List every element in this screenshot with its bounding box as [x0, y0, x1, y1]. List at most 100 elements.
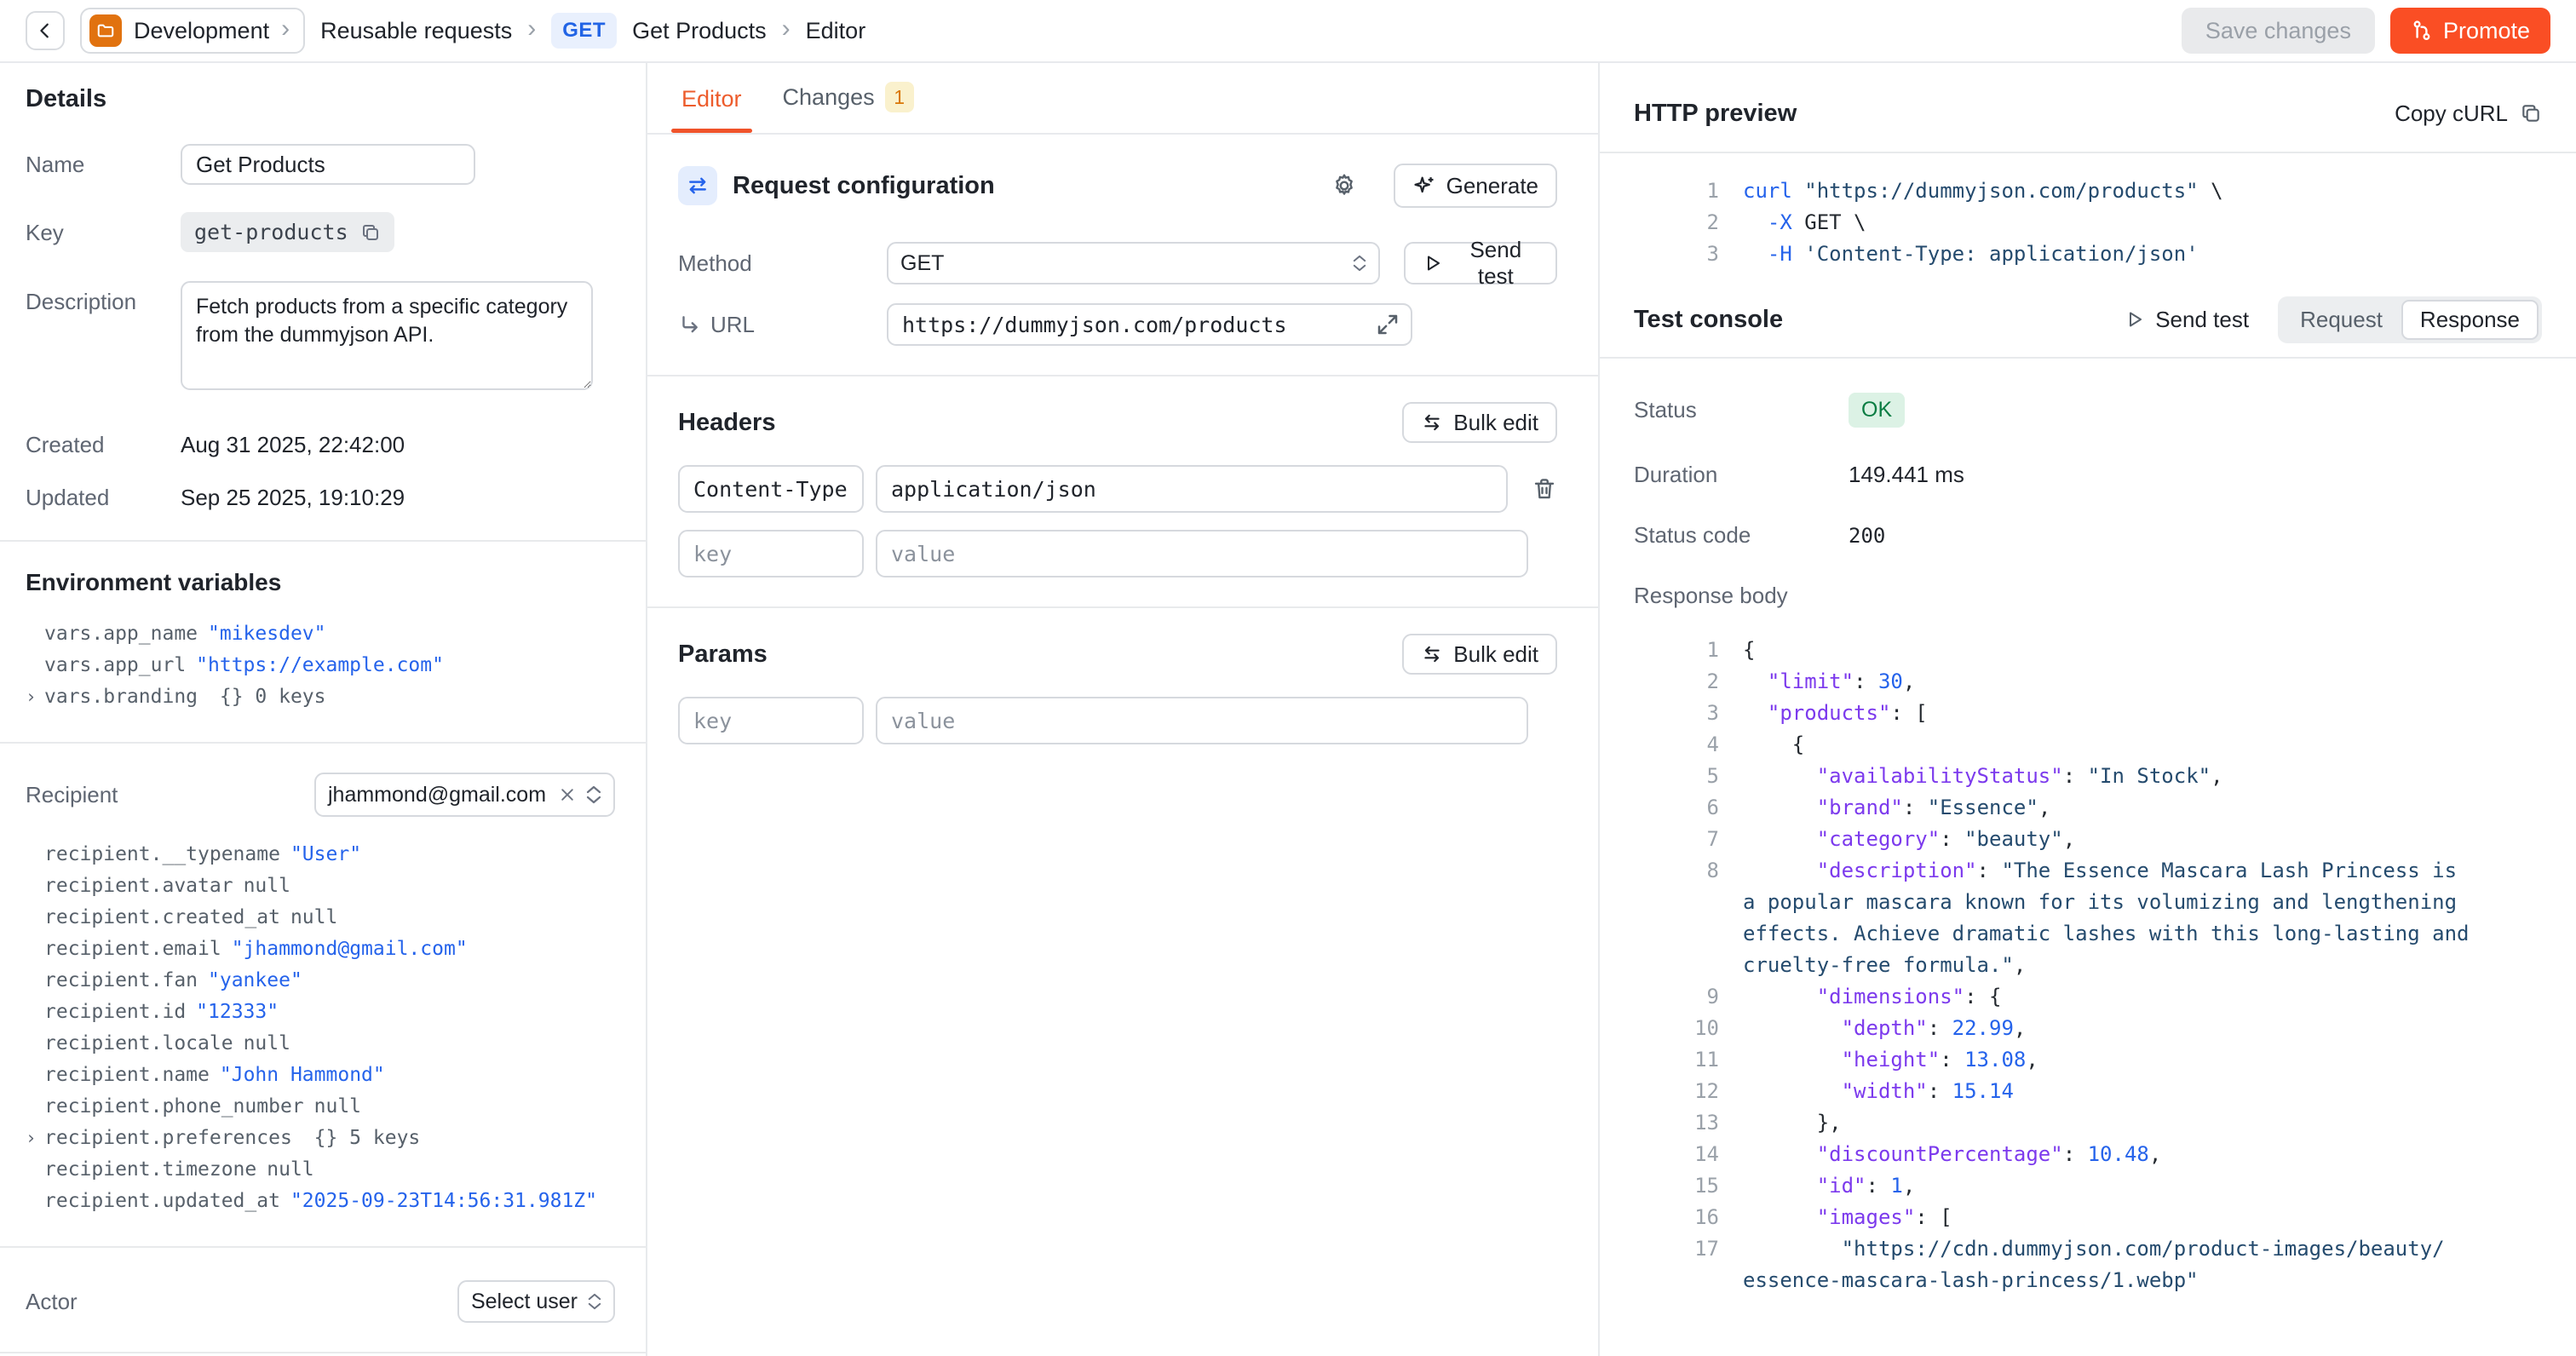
request-config-title: Request configuration: [733, 172, 1315, 200]
env-var-row[interactable]: ›vars.branding {} 0 keys: [26, 681, 615, 713]
recipient-select[interactable]: jhammond@gmail.com: [314, 773, 615, 817]
breadcrumb-reusable-requests[interactable]: Reusable requests: [320, 18, 512, 44]
recipient-field-row[interactable]: recipient.name"John Hammond": [26, 1060, 615, 1091]
copy-curl-button[interactable]: Copy cURL: [2395, 101, 2542, 127]
method-badge: GET: [551, 13, 617, 49]
param-value-input[interactable]: [876, 697, 1528, 744]
params-title: Params: [678, 641, 1402, 669]
headers-title: Headers: [678, 409, 1402, 437]
line-number: 12: [1634, 1076, 1719, 1107]
recipient-field-row[interactable]: recipient.__typename"User": [26, 839, 615, 870]
expand-chevron-icon[interactable]: ›: [26, 681, 44, 713]
tab-editor[interactable]: Editor: [681, 86, 742, 133]
test-console-title: Test console: [1634, 306, 2125, 334]
send-test-button[interactable]: Send test: [1404, 242, 1557, 284]
name-input[interactable]: [181, 144, 475, 185]
recipient-field-row[interactable]: recipient.email "jhammond@gmail.com": [26, 934, 615, 965]
url-label-text: URL: [710, 312, 755, 338]
header-key-input-empty[interactable]: [678, 530, 864, 577]
recipient-field-value: {} 5 keys: [302, 1123, 420, 1154]
code-text: "brand": "Essence",: [1743, 792, 2050, 824]
env-var-key: vars.app_url: [44, 650, 186, 681]
params-bulk-edit-button[interactable]: Bulk edit: [1402, 634, 1557, 675]
code-line: 2 "limit": 30,: [1634, 666, 2542, 698]
recipient-field-value: null: [244, 1028, 290, 1060]
chevron-updown-icon: [586, 785, 601, 804]
details-sidebar: Details Name Key get-products Descriptio…: [0, 63, 647, 1356]
line-number: [1634, 918, 1719, 950]
tab-changes[interactable]: Changes 1: [783, 82, 914, 133]
delete-header-button[interactable]: [1532, 476, 1557, 502]
status-badge: OK: [1849, 393, 1905, 428]
recipient-field-row[interactable]: recipient.localenull: [26, 1028, 615, 1060]
line-number: 1: [1634, 175, 1719, 207]
header-value-input-empty[interactable]: [876, 530, 1528, 577]
method-select[interactable]: GET: [887, 242, 1380, 284]
project-switcher[interactable]: Development ›: [80, 8, 305, 54]
code-text: -H 'Content-Type: application/json': [1743, 238, 2199, 270]
code-line: 2 -X GET \: [1634, 207, 2542, 238]
line-number: 9: [1634, 981, 1719, 1013]
divider: [0, 1246, 646, 1248]
line-number: 3: [1634, 698, 1719, 729]
param-key-input[interactable]: [678, 697, 864, 744]
line-number: 11: [1634, 1044, 1719, 1076]
promote-button[interactable]: Promote: [2390, 8, 2550, 54]
code-line: 7 "category": "beauty",: [1634, 824, 2542, 855]
env-var-row[interactable]: vars.app_url"https://example.com": [26, 650, 615, 681]
line-number: 4: [1634, 729, 1719, 761]
back-button[interactable]: [26, 11, 65, 50]
headers-bulk-edit-button[interactable]: Bulk edit: [1402, 402, 1557, 443]
header-key-input[interactable]: [678, 465, 864, 513]
recipient-field-value: "John Hammond": [220, 1060, 385, 1091]
code-text: curl "https://dummyjson.com/products" \: [1743, 175, 2223, 207]
breadcrumb-request-name[interactable]: Get Products: [632, 18, 767, 44]
env-var-row[interactable]: vars.app_name"mikesdev": [26, 618, 615, 650]
play-icon: [1423, 253, 1443, 273]
line-number: [1634, 1265, 1719, 1296]
expand-icon[interactable]: [1375, 312, 1400, 337]
code-line: 1 curl "https://dummyjson.com/products" \: [1634, 175, 2542, 207]
recipient-field-key: recipient.created_at: [44, 902, 280, 934]
console-send-test-button[interactable]: Send test: [2125, 307, 2249, 333]
recipient-field-key: recipient.phone_number: [44, 1091, 304, 1123]
toggle-request[interactable]: Request: [2281, 300, 2401, 340]
code-line: 5 "availabilityStatus": "In Stock",: [1634, 761, 2542, 792]
recipient-field-row[interactable]: ›recipient.preferences {} 5 keys: [26, 1123, 615, 1154]
trash-icon: [1532, 476, 1557, 502]
description-textarea[interactable]: Fetch products from a specific category …: [181, 281, 593, 390]
gear-icon[interactable]: [1331, 172, 1358, 199]
chevron-right-icon: ›: [527, 16, 536, 45]
save-changes-button[interactable]: Save changes: [2182, 8, 2375, 54]
code-text: "id": 1,: [1743, 1170, 1915, 1202]
clear-icon[interactable]: [559, 786, 576, 803]
preview-panel: HTTP preview Copy cURL 1curl "https://du…: [1600, 63, 2576, 1356]
divider: [0, 540, 646, 542]
recipient-field-row[interactable]: recipient.updated_at"2025-09-23T14:56:31…: [26, 1186, 615, 1217]
generate-button[interactable]: Generate: [1394, 164, 1557, 208]
expand-chevron-icon[interactable]: ›: [26, 1123, 44, 1154]
recipient-field-row[interactable]: recipient.timezonenull: [26, 1154, 615, 1186]
breadcrumb-editor: Editor: [806, 18, 866, 44]
line-number: 10: [1634, 1013, 1719, 1044]
header-value-input[interactable]: [876, 465, 1508, 513]
copy-icon[interactable]: [360, 222, 381, 243]
url-input[interactable]: [887, 303, 1412, 346]
sparkle-icon: [1412, 174, 1436, 198]
method-label: Method: [678, 250, 887, 277]
recipient-field-key: recipient.email: [44, 934, 221, 965]
toggle-response[interactable]: Response: [2401, 300, 2539, 340]
chevron-updown-icon: [1353, 255, 1366, 272]
recipient-field-value: "jhammond@gmail.com": [232, 934, 468, 965]
recipient-field-row[interactable]: recipient.phone_numbernull: [26, 1091, 615, 1123]
recipient-field-row[interactable]: recipient.avatarnull: [26, 870, 615, 902]
actor-select[interactable]: Select user: [457, 1280, 615, 1323]
recipient-field-row[interactable]: recipient.id"12333": [26, 997, 615, 1028]
line-number: 13: [1634, 1107, 1719, 1139]
recipient-field-row[interactable]: recipient.created_atnull: [26, 902, 615, 934]
send-test-label: Send test: [1453, 237, 1538, 290]
description-label: Description: [26, 281, 181, 315]
recipient-field-row[interactable]: recipient.fan"yankee": [26, 965, 615, 997]
swap-icon: [1421, 411, 1443, 434]
line-number: 16: [1634, 1202, 1719, 1233]
